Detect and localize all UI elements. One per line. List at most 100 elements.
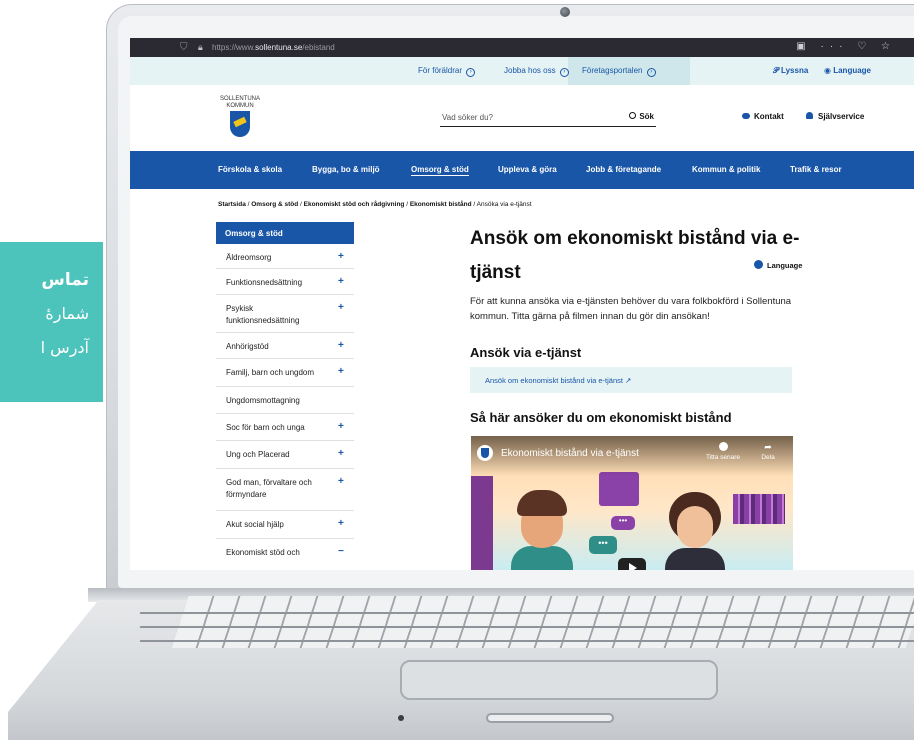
clock-icon bbox=[718, 442, 728, 451]
share-button[interactable]: ➦ Dela bbox=[753, 442, 783, 461]
video-scene-books bbox=[733, 494, 785, 524]
contact-card-phone: شمارهٔ bbox=[45, 304, 89, 323]
language-button[interactable]: ◉ Language bbox=[824, 66, 871, 75]
language-button[interactable]: Language bbox=[754, 260, 802, 270]
main-nav: Förskola & skola Bygga, bo & miljö Omsor… bbox=[130, 151, 914, 189]
side-nav-label: Psykisk funktionsnedsättning bbox=[226, 304, 300, 325]
side-nav-item[interactable]: Familj, barn och ungdom + bbox=[216, 359, 354, 387]
side-nav-item[interactable]: Soc för barn och unga + bbox=[216, 414, 354, 441]
nav-uppleva-gora[interactable]: Uppleva & göra bbox=[498, 165, 557, 174]
side-nav-item[interactable]: Ekonomiskt stöd och − bbox=[216, 539, 354, 570]
ear-icon: 𝒫 bbox=[773, 66, 779, 75]
expand-icon[interactable]: + bbox=[338, 476, 344, 487]
nav-forskola-skola[interactable]: Förskola & skola bbox=[218, 165, 282, 174]
arrow-right-icon: › bbox=[559, 68, 569, 77]
lock-icon[interactable]: 🔒︎ bbox=[198, 42, 208, 53]
utility-bar: För föräldrar › Jobba hos oss › Företags… bbox=[130, 57, 914, 85]
expand-icon[interactable]: + bbox=[338, 421, 344, 432]
logo[interactable]: SOLLENTUNA KOMMUN bbox=[218, 96, 262, 110]
logo-line2: KOMMUN bbox=[226, 103, 254, 109]
breadcrumb: Startsida / Omsorg & stöd / Ekonomiskt s… bbox=[218, 201, 532, 208]
link-foretagsportalen[interactable]: Företagsportalen › bbox=[582, 66, 656, 77]
breadcrumb-link[interactable]: Ekonomiskt stöd och rådgivning bbox=[304, 201, 405, 208]
contact-card-address: آدرس ا bbox=[40, 338, 89, 357]
breadcrumb-link[interactable]: Ekonomiskt bistånd bbox=[410, 201, 472, 208]
breadcrumb-link[interactable]: Omsorg & stöd bbox=[251, 201, 298, 208]
eservice-box: Ansök om ekonomiskt bistånd via e-tjänst… bbox=[470, 367, 792, 393]
eservice-link[interactable]: Ansök om ekonomiskt bistånd via e-tjänst… bbox=[485, 376, 631, 385]
link-jobba-hos-oss[interactable]: Jobba hos oss › bbox=[504, 66, 569, 77]
expand-icon[interactable]: + bbox=[338, 340, 344, 351]
search-form: Vad söker du? Sök bbox=[440, 109, 656, 127]
listen-button[interactable]: 𝒫 Lyssna bbox=[773, 66, 808, 76]
globe-icon: ◉ bbox=[824, 66, 831, 75]
intro-text: För att kunna ansöka via e-tjänsten behö… bbox=[470, 296, 792, 322]
browser-controls[interactable]: ▣ ··· ♡ ☆ bbox=[796, 41, 896, 52]
share-arrow-icon: ➦ bbox=[764, 442, 772, 452]
nav-kommun-politik[interactable]: Kommun & politik bbox=[692, 165, 760, 174]
globe-icon bbox=[754, 260, 763, 269]
front-port bbox=[486, 713, 614, 723]
expand-icon[interactable]: + bbox=[338, 251, 344, 262]
speech-bubble-icon: ••• bbox=[589, 536, 617, 554]
side-nav-label: Soc för barn och unga bbox=[226, 423, 305, 432]
nav-trafik-resor[interactable]: Trafik & resor bbox=[790, 165, 842, 174]
video-character-woman bbox=[665, 492, 725, 570]
page-title: Ansök om ekonomiskt bistånd via e-tjänst bbox=[470, 228, 800, 283]
side-nav-heading[interactable]: Omsorg & stöd bbox=[216, 222, 354, 244]
video-player[interactable]: ••• ••• Ekonomiskt bistånd via e-tjänst … bbox=[471, 436, 793, 570]
contact-card: تماس شمارهٔ آدرس ا bbox=[0, 242, 103, 402]
speech-bubble-icon: ••• bbox=[611, 516, 635, 530]
url-text[interactable]: https://www.sollentuna.se/ebistand bbox=[212, 42, 335, 53]
arrow-right-icon: › bbox=[646, 68, 656, 77]
side-nav-item[interactable]: Psykisk funktionsnedsättning + bbox=[216, 295, 354, 333]
link-for-foraldrar[interactable]: För föräldrar › bbox=[418, 66, 476, 77]
side-nav-item[interactable]: Äldreomsorg + bbox=[216, 244, 354, 269]
search-input[interactable]: Vad söker du? bbox=[442, 113, 493, 122]
nav-omsorg-stod[interactable]: Omsorg & stöd bbox=[411, 165, 469, 176]
video-scene-shelf bbox=[471, 476, 493, 570]
video-title[interactable]: Ekonomiskt bistånd via e-tjänst bbox=[501, 448, 639, 459]
trackpad bbox=[400, 660, 718, 700]
logo-line1: SOLLENTUNA bbox=[219, 96, 260, 102]
webcam-icon bbox=[560, 7, 570, 17]
chat-icon bbox=[742, 113, 750, 119]
watch-later-button[interactable]: Titta senare bbox=[705, 442, 741, 461]
nav-bygga-bo-miljo[interactable]: Bygga, bo & miljö bbox=[312, 165, 380, 174]
person-icon bbox=[806, 112, 813, 119]
expand-icon[interactable]: + bbox=[338, 302, 344, 313]
contact-card-title: تماس bbox=[41, 270, 89, 290]
section-heading: Ansök via e-tjänst bbox=[470, 345, 582, 360]
expand-icon[interactable]: + bbox=[338, 366, 344, 377]
self-service-button[interactable]: Självservice bbox=[806, 112, 864, 121]
expand-icon[interactable]: + bbox=[338, 276, 344, 287]
side-nav-label: Ekonomiskt stöd och bbox=[226, 548, 300, 557]
side-nav-label: Funktionsnedsättning bbox=[226, 278, 303, 287]
video-character-man bbox=[511, 490, 573, 570]
arrow-right-icon: › bbox=[466, 68, 476, 77]
coat-of-arms-icon[interactable] bbox=[230, 111, 250, 137]
tracking-shield-icon[interactable]: ⛉ bbox=[180, 42, 190, 53]
breadcrumb-link[interactable]: Startsida bbox=[218, 201, 246, 208]
channel-avatar[interactable] bbox=[477, 445, 493, 461]
side-nav: Omsorg & stöd Äldreomsorg + Funktionsneds… bbox=[216, 222, 354, 570]
side-nav-item[interactable]: Akut social hjälp + bbox=[216, 511, 354, 539]
browser-url-bar[interactable]: ⛉ 🔒︎ https://www.sollentuna.se/ebistand … bbox=[130, 38, 914, 57]
play-button[interactable] bbox=[618, 558, 646, 570]
side-nav-item[interactable]: Ung och Placerad + bbox=[216, 441, 354, 469]
expand-icon[interactable]: + bbox=[338, 448, 344, 459]
side-nav-label: Äldreomsorg bbox=[226, 253, 272, 262]
collapse-icon[interactable]: − bbox=[338, 546, 344, 557]
side-nav-item[interactable]: God man, förvaltare och förmyndare + bbox=[216, 469, 354, 511]
section-heading: Så här ansöker du om ekonomiskt bistånd bbox=[470, 410, 732, 425]
search-icon bbox=[629, 112, 637, 119]
nav-jobb-foretagande[interactable]: Jobb & företagande bbox=[586, 165, 661, 174]
side-nav-label: Anhörigstöd bbox=[226, 342, 269, 351]
side-nav-item[interactable]: Anhörigstöd + bbox=[216, 333, 354, 359]
search-button[interactable]: Sök bbox=[629, 112, 654, 121]
expand-icon[interactable]: + bbox=[338, 518, 344, 529]
side-nav-item[interactable]: Ungdomsmottagning bbox=[216, 387, 354, 414]
side-nav-item[interactable]: Funktionsnedsättning + bbox=[216, 269, 354, 295]
contact-button[interactable]: Kontakt bbox=[742, 112, 784, 121]
site-header: SOLLENTUNA KOMMUN Vad söker du? Sök Konta… bbox=[130, 85, 914, 151]
